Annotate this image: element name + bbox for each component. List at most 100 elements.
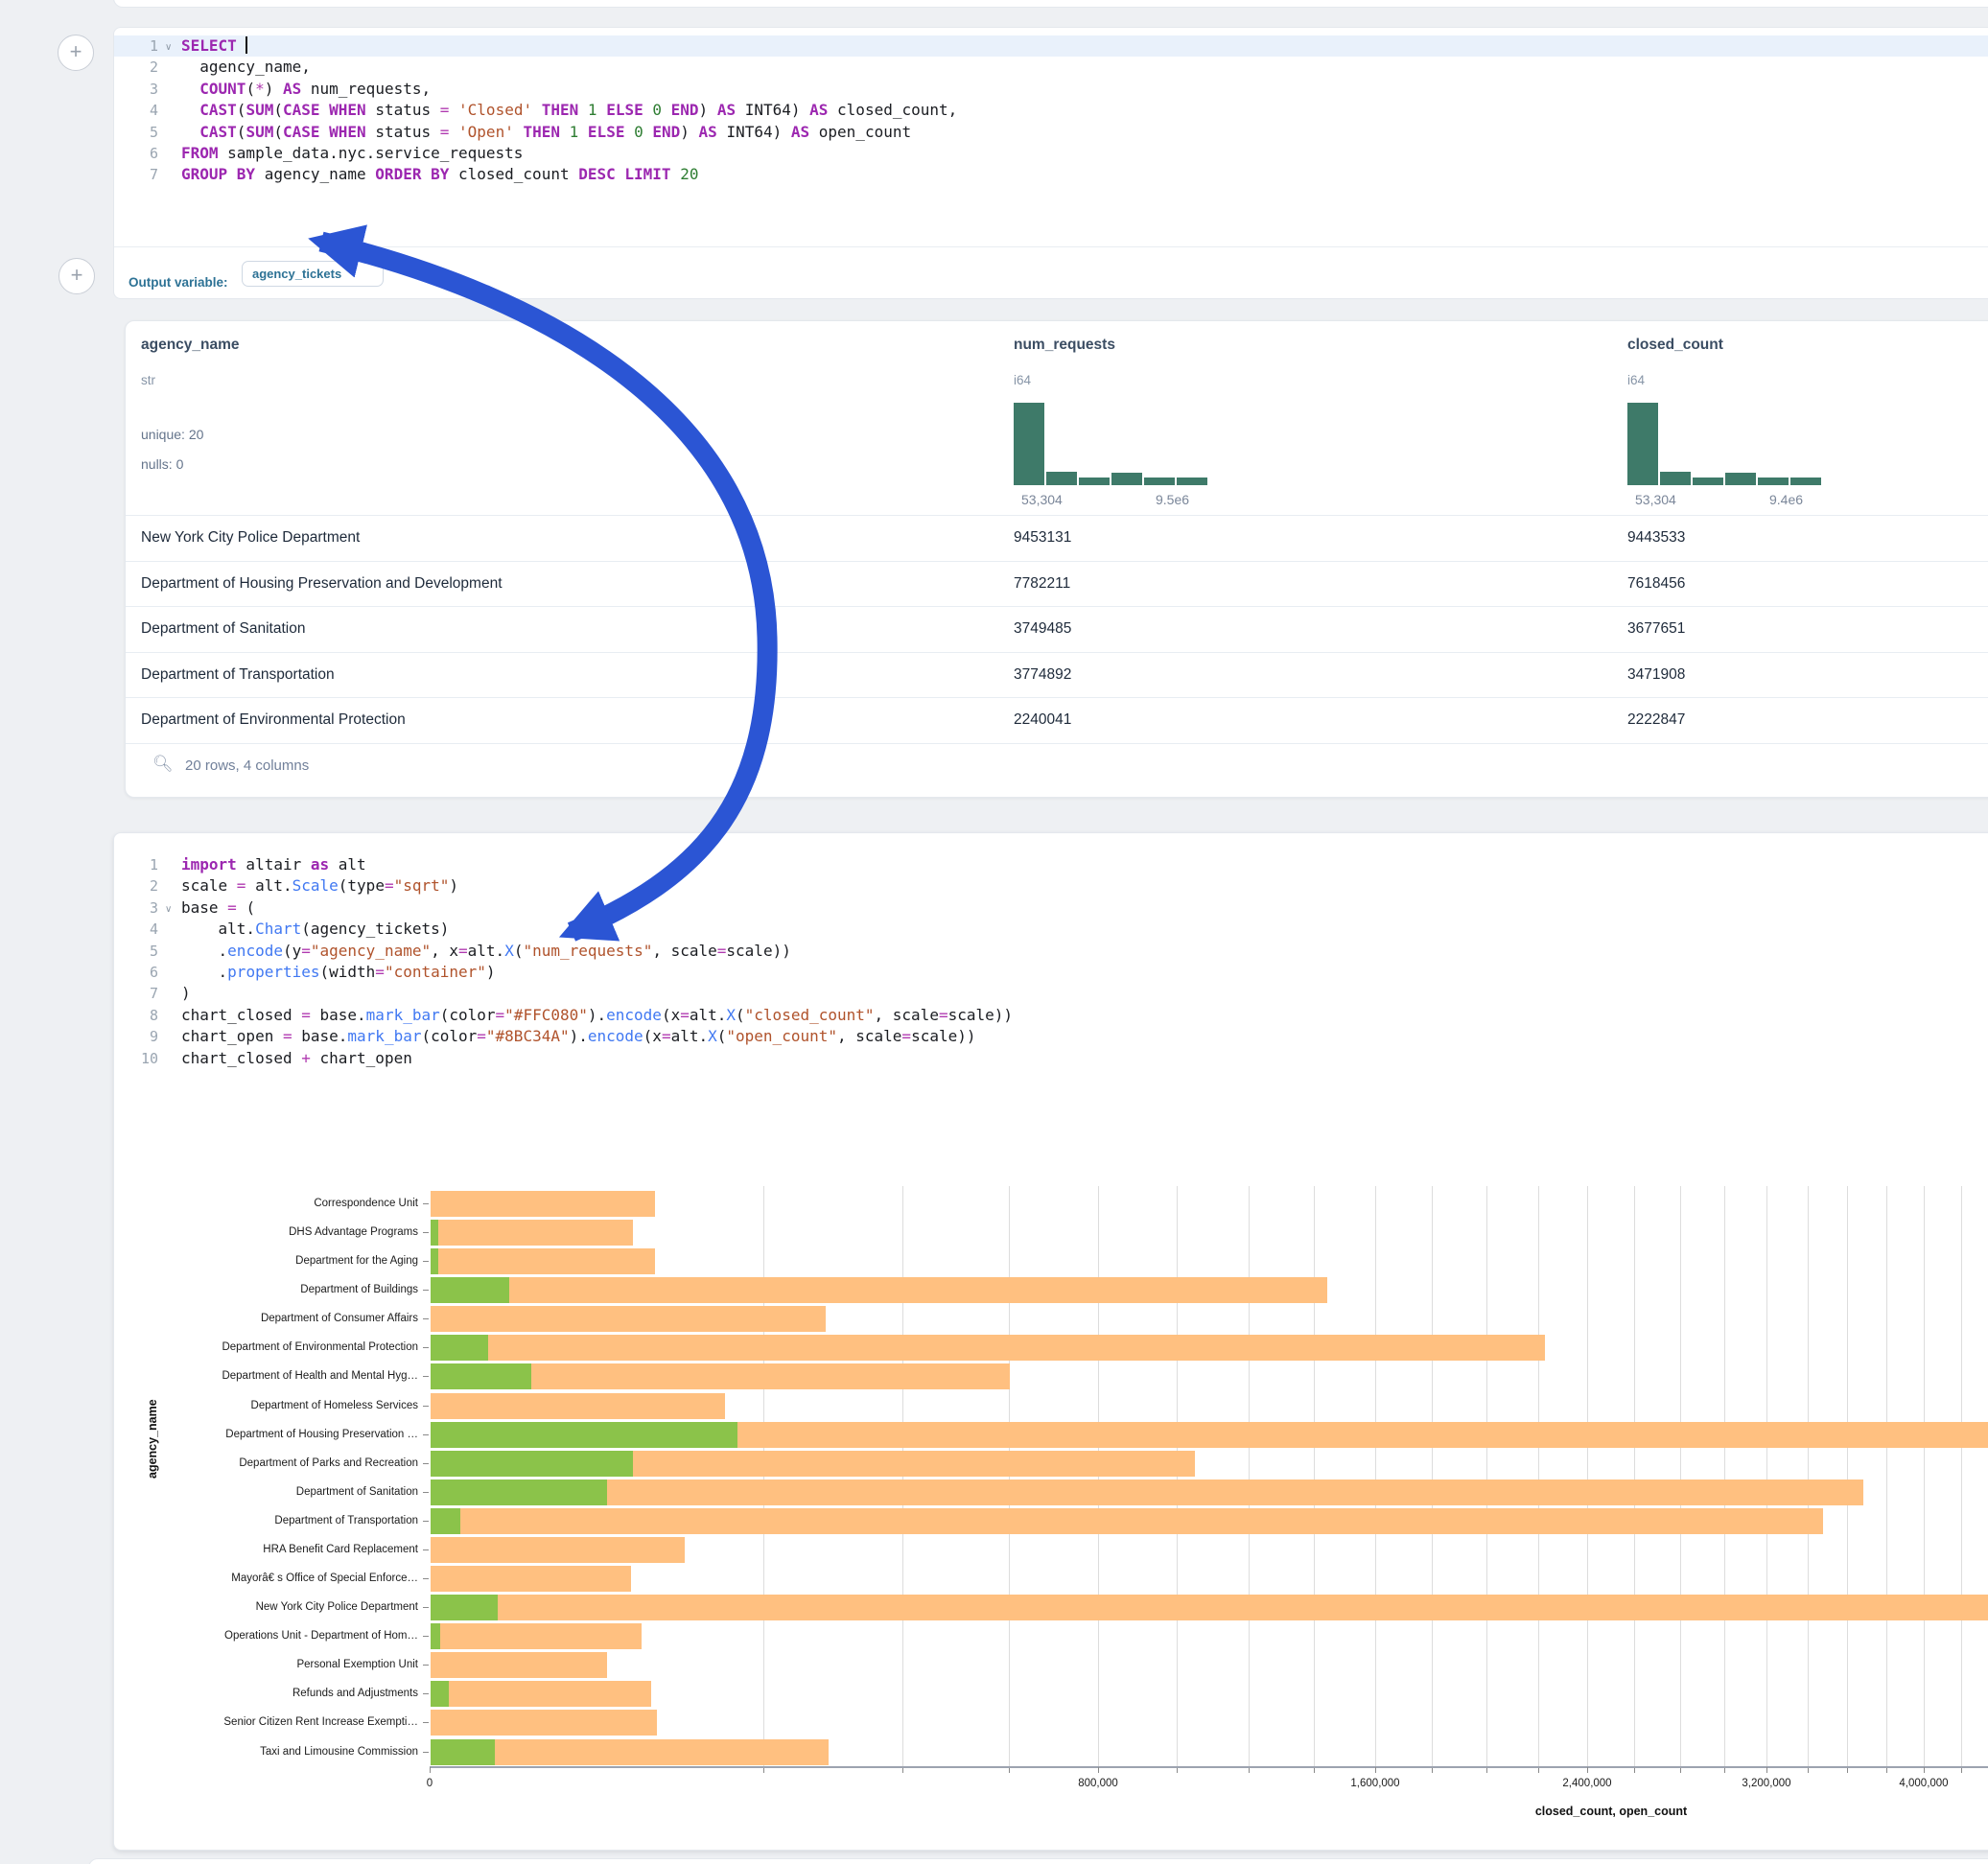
code-line[interactable]: COUNT(*) AS num_requests, bbox=[181, 79, 431, 100]
code-line[interactable]: .properties(width="container") bbox=[181, 962, 496, 983]
code-line[interactable]: agency_name, bbox=[181, 57, 311, 78]
code-token: . bbox=[181, 942, 227, 960]
x-axis-tick bbox=[430, 1767, 431, 1773]
table-cell[interactable]: 9453131 bbox=[1014, 529, 1071, 547]
row-divider bbox=[126, 697, 1988, 698]
output-variable-pill[interactable]: agency_tickets bbox=[242, 261, 384, 287]
x-gridline bbox=[1538, 1186, 1539, 1766]
closed_count-bar bbox=[431, 1191, 655, 1217]
column-header-agency_name[interactable]: agency_name bbox=[141, 337, 240, 354]
table-cell[interactable]: 3471908 bbox=[1627, 666, 1685, 684]
closed_count-bar bbox=[431, 1566, 631, 1592]
table-cell[interactable]: Department of Environmental Protection bbox=[141, 711, 406, 729]
code-line[interactable]: SELECT bbox=[181, 35, 247, 57]
add-cell-button-output[interactable]: + bbox=[58, 258, 95, 294]
line-number: 9 bbox=[120, 1028, 158, 1045]
table-cell[interactable]: 7782211 bbox=[1014, 575, 1070, 593]
code-token: encode bbox=[588, 1027, 643, 1045]
code-token: closed_count bbox=[449, 165, 578, 183]
code-line[interactable]: chart_closed + chart_open bbox=[181, 1048, 412, 1069]
collapse-chevron-icon[interactable]: ∨ bbox=[165, 904, 172, 915]
code-line[interactable]: CAST(SUM(CASE WHEN status = 'Open' THEN … bbox=[181, 122, 911, 143]
code-line[interactable]: alt.Chart(agency_tickets) bbox=[181, 919, 449, 940]
table-cell[interactable]: Department of Transportation bbox=[141, 666, 335, 684]
code-token: "open_count" bbox=[726, 1027, 837, 1045]
table-cell[interactable]: Department of Housing Preservation and D… bbox=[141, 575, 503, 593]
table-cell[interactable]: 3677651 bbox=[1627, 620, 1685, 638]
code-line[interactable]: scale = alt.Scale(type="sqrt") bbox=[181, 875, 458, 897]
line-number: 2 bbox=[120, 877, 158, 895]
x-axis-tick-label: 4,000,000 bbox=[1899, 1778, 1948, 1789]
code-line[interactable]: import altair as alt bbox=[181, 854, 366, 875]
code-line[interactable]: chart_open = base.mark_bar(color="#8BC34… bbox=[181, 1026, 976, 1047]
code-token: X bbox=[504, 942, 514, 960]
code-token: num_requests, bbox=[301, 80, 431, 98]
code-line[interactable]: chart_closed = base.mark_bar(color="#FFC… bbox=[181, 1005, 1013, 1026]
x-axis-tick-label: 0 bbox=[427, 1778, 433, 1789]
python-code-editor[interactable]: 1import altair as alt2scale = alt.Scale(… bbox=[114, 854, 1988, 1075]
code-token: base. bbox=[292, 1027, 348, 1045]
code-line[interactable]: CAST(SUM(CASE WHEN status = 'Closed' THE… bbox=[181, 100, 957, 121]
code-token: THEN bbox=[523, 123, 560, 141]
search-icon[interactable]: 🔍︎ bbox=[152, 755, 174, 774]
code-line[interactable]: .encode(y="agency_name", x=alt.X("num_re… bbox=[181, 941, 791, 962]
code-token: mark_bar bbox=[347, 1027, 421, 1045]
y-axis-category-label: Department of Health and Mental Hyg… bbox=[123, 1370, 418, 1382]
code-token: scale)) bbox=[726, 942, 790, 960]
code-token: status bbox=[366, 101, 440, 119]
code-token: = bbox=[939, 1006, 948, 1024]
open_count-bar bbox=[431, 1480, 607, 1505]
x-gridline bbox=[1634, 1186, 1635, 1766]
code-token bbox=[181, 80, 199, 98]
table-cell[interactable]: 2222847 bbox=[1627, 711, 1685, 729]
column-header-num_requests[interactable]: num_requests bbox=[1014, 337, 1115, 354]
code-token bbox=[181, 123, 199, 141]
add-cell-button-top[interactable]: + bbox=[58, 35, 94, 71]
code-token: AS bbox=[699, 123, 717, 141]
sql-code-editor[interactable]: 1∨SELECT 2 agency_name,3 COUNT(*) AS num… bbox=[114, 35, 1988, 216]
table-cell[interactable]: 2240041 bbox=[1014, 711, 1071, 729]
column-stat: nulls: 0 bbox=[141, 456, 183, 472]
column-histogram bbox=[1014, 403, 1207, 485]
y-axis-tick bbox=[423, 1203, 429, 1204]
table-cell[interactable]: 7618456 bbox=[1627, 575, 1685, 593]
line-number: 6 bbox=[120, 964, 158, 981]
code-token: ( bbox=[237, 123, 246, 141]
code-token: AS bbox=[283, 80, 301, 98]
table-cell[interactable]: 3774892 bbox=[1014, 666, 1071, 684]
code-token: INT64) bbox=[736, 101, 809, 119]
code-token: ELSE bbox=[588, 123, 625, 141]
code-line[interactable]: ) bbox=[181, 983, 191, 1004]
code-token bbox=[578, 101, 588, 119]
y-axis-tick bbox=[423, 1290, 429, 1291]
code-token: = bbox=[227, 898, 237, 917]
table-cell[interactable]: New York City Police Department bbox=[141, 529, 360, 547]
table-cell[interactable]: Department of Sanitation bbox=[141, 620, 305, 638]
table-cell[interactable]: 3749485 bbox=[1014, 620, 1071, 638]
collapse-chevron-icon[interactable]: ∨ bbox=[165, 42, 172, 53]
code-token: ) bbox=[265, 80, 283, 98]
code-line[interactable]: base = ( bbox=[181, 897, 255, 919]
closed_count-bar bbox=[431, 1480, 1863, 1505]
table-cell[interactable]: 9443533 bbox=[1627, 529, 1685, 547]
code-line[interactable]: GROUP BY agency_name ORDER BY closed_cou… bbox=[181, 164, 698, 185]
open_count-bar bbox=[431, 1681, 449, 1707]
row-divider bbox=[126, 743, 1988, 744]
code-token: (x bbox=[643, 1027, 662, 1045]
code-token: CAST bbox=[199, 101, 237, 119]
histogram-bar bbox=[1079, 478, 1110, 485]
code-token: ). bbox=[570, 1027, 588, 1045]
x-axis-tick bbox=[1766, 1767, 1767, 1773]
column-histogram bbox=[1627, 403, 1821, 485]
code-token bbox=[449, 123, 458, 141]
code-token: . bbox=[181, 963, 227, 981]
code-token: "num_requests" bbox=[523, 942, 652, 960]
code-line[interactable]: FROM sample_data.nyc.service_requests bbox=[181, 143, 523, 164]
column-header-closed_count[interactable]: closed_count bbox=[1627, 337, 1723, 354]
y-axis-tick bbox=[423, 1347, 429, 1348]
code-token bbox=[532, 101, 542, 119]
closed_count-bar bbox=[431, 1710, 657, 1736]
code-token: 0 bbox=[634, 123, 643, 141]
next-cell-edge bbox=[88, 1858, 1988, 1864]
code-token: , scale bbox=[652, 942, 716, 960]
